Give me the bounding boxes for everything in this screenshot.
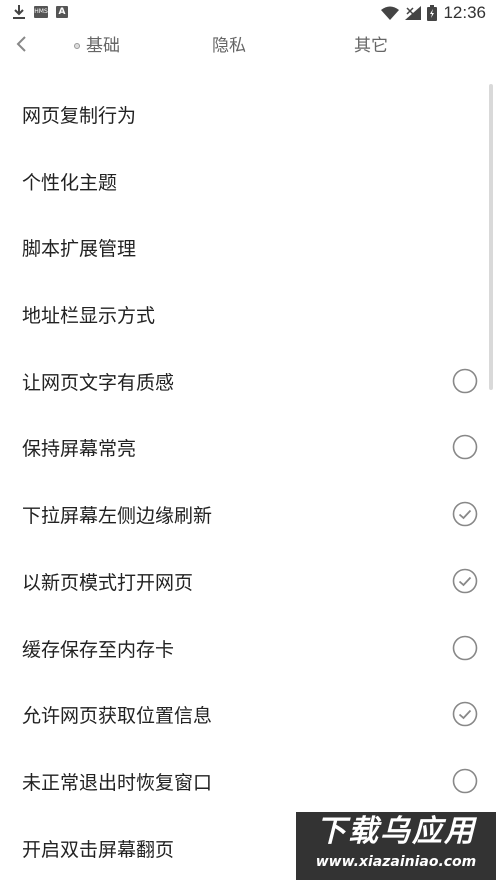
setting-label: 地址栏显示方式 (22, 305, 156, 328)
tab-basic[interactable]: 基础 (86, 34, 120, 58)
tab-privacy[interactable]: 隐私 (212, 34, 246, 58)
watermark-url: www.xiazainiao.com (315, 854, 477, 870)
setting-label: 保持屏幕常亮 (22, 438, 137, 461)
setting-label: 缓存保存至内存卡 (22, 638, 175, 661)
setting-row[interactable]: 缓存保存至内存卡 (0, 616, 496, 683)
checked-circle-icon[interactable] (452, 501, 478, 527)
status-bar: HMS A 12:36 (0, 0, 496, 26)
active-tab-indicator (74, 43, 80, 49)
hms-icon: HMS (34, 6, 48, 18)
download-icon (13, 5, 25, 19)
setting-row[interactable]: 地址栏显示方式 (0, 282, 496, 349)
setting-label: 个性化主题 (22, 171, 118, 194)
checked-circle-icon[interactable] (452, 568, 478, 594)
setting-label: 以新页模式打开网页 (22, 571, 194, 594)
setting-row[interactable]: 个性化主题 (0, 149, 496, 216)
setting-label: 下拉屏幕左侧边缘刷新 (22, 505, 213, 528)
setting-label: 让网页文字有质感 (22, 371, 175, 394)
a-icon: A (56, 6, 68, 18)
checked-circle-icon[interactable] (452, 701, 478, 727)
unchecked-circle-icon[interactable] (452, 768, 478, 794)
settings-list: 网页复制行为 个性化主题脚本扩展管理 地址栏显示方式 让网页文字有质感 保持屏幕常亮下拉… (0, 82, 496, 882)
signal-icon (405, 6, 422, 20)
unchecked-circle-icon[interactable] (452, 368, 478, 394)
unchecked-circle-icon[interactable] (452, 434, 478, 460)
setting-label: 允许网页获取位置信息 (22, 705, 213, 728)
setting-row[interactable]: 让网页文字有质感 (0, 349, 496, 416)
unchecked-circle-icon[interactable] (452, 635, 478, 661)
watermark-title: 下载乌应用 (316, 814, 476, 849)
clock: 12:36 (443, 3, 486, 22)
setting-row[interactable]: 网页复制行为 (0, 82, 496, 149)
wifi-icon (381, 6, 400, 20)
setting-row[interactable]: 保持屏幕常亮 (0, 415, 496, 482)
scrollbar[interactable] (489, 84, 493, 390)
setting-row[interactable]: 未正常退出时恢复窗口 (0, 749, 496, 816)
setting-label: 开启双击屏幕翻页 (22, 838, 175, 861)
setting-row[interactable]: 允许网页获取位置信息 (0, 682, 496, 749)
battery-icon (427, 5, 438, 21)
setting-row[interactable]: 下拉屏幕左侧边缘刷新 (0, 482, 496, 549)
setting-row[interactable]: 脚本扩展管理 (0, 215, 496, 282)
setting-label: 未正常退出时恢复窗口 (22, 771, 213, 794)
setting-label: 网页复制行为 (22, 105, 137, 127)
setting-row[interactable]: 以新页模式打开网页 (0, 549, 496, 616)
back-arrow-icon[interactable] (12, 32, 32, 56)
watermark-logo: 下载乌应用 www.xiazainiao.com (296, 812, 496, 880)
tab-bar: 基础 隐私 其它 (0, 26, 496, 66)
setting-label: 脚本扩展管理 (22, 238, 137, 261)
tab-other[interactable]: 其它 (354, 34, 388, 58)
